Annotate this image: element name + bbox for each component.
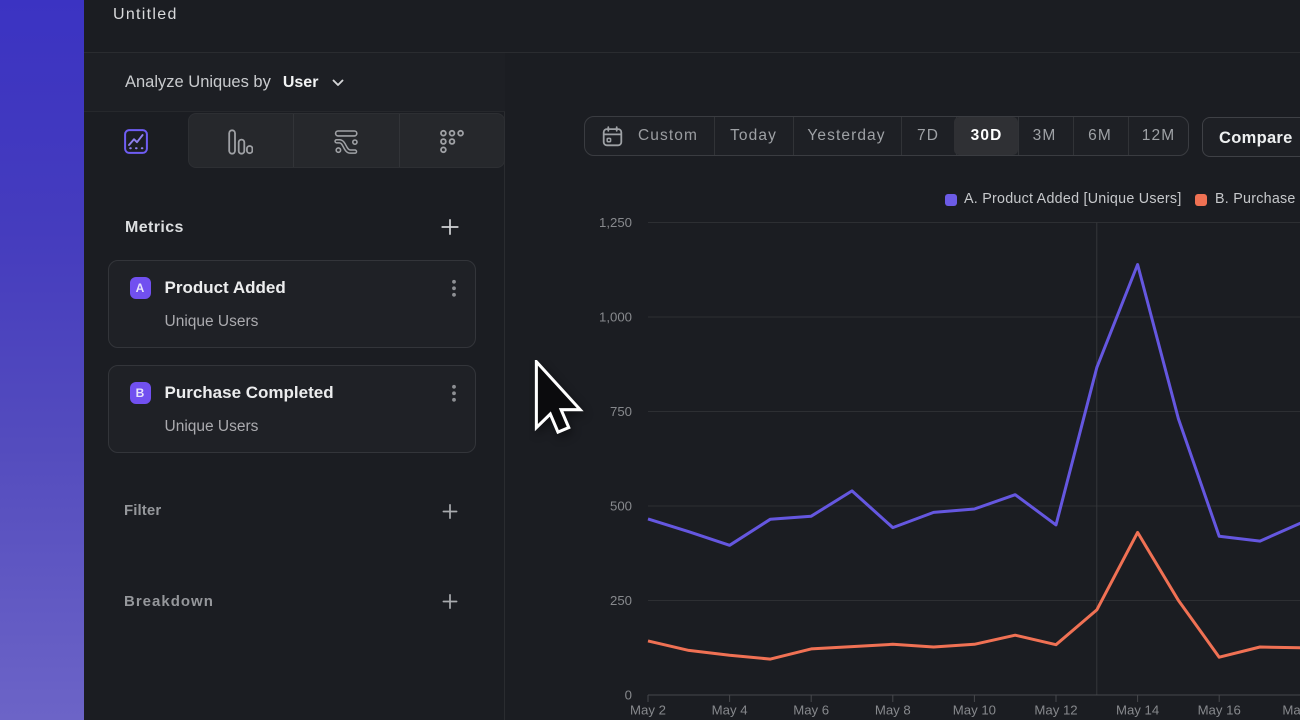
- svg-text:250: 250: [610, 593, 632, 608]
- svg-text:May 4: May 4: [712, 703, 748, 718]
- svg-text:1,250: 1,250: [599, 215, 632, 230]
- svg-text:May 10: May 10: [953, 703, 996, 718]
- svg-text:May 6: May 6: [793, 703, 829, 718]
- svg-text:May 12: May 12: [1034, 703, 1077, 718]
- svg-text:May 16: May 16: [1198, 703, 1241, 718]
- svg-text:0: 0: [625, 688, 632, 703]
- svg-text:May 14: May 14: [1116, 703, 1159, 718]
- svg-text:May 18: May 18: [1282, 703, 1300, 718]
- svg-text:May 8: May 8: [875, 703, 911, 718]
- svg-text:May 2: May 2: [630, 703, 666, 718]
- svg-text:1,000: 1,000: [599, 310, 632, 325]
- svg-text:500: 500: [610, 499, 632, 514]
- svg-text:750: 750: [610, 404, 632, 419]
